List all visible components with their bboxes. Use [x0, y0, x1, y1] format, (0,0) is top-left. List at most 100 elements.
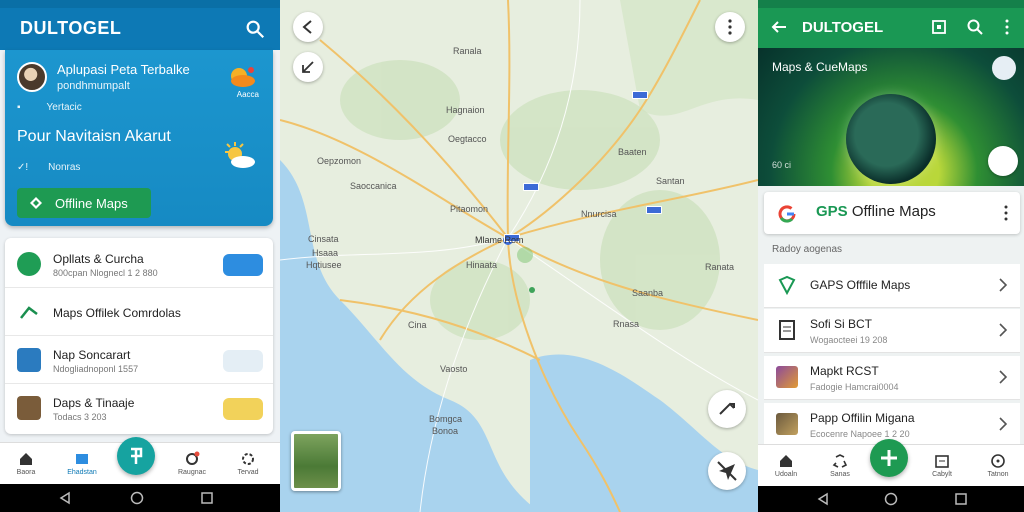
hero-small-row: ▪ Yertacic — [17, 102, 82, 113]
chevron-right-icon — [999, 278, 1008, 292]
list-item[interactable]: GAPS Offfile Maps — [764, 264, 1020, 308]
hero-card: Aplupasi Peta Terbalke pondhmumpalt ▪ Yer… — [5, 50, 273, 226]
list-item-title: Daps & Tinaaje — [53, 396, 135, 410]
map-pin-icon — [778, 275, 796, 296]
list-item[interactable]: Mapkt RCST Fadogie Hamcrai0004 — [764, 356, 1020, 400]
back-icon[interactable] — [816, 492, 830, 506]
directions-button[interactable] — [708, 390, 746, 428]
status-bar — [0, 0, 280, 8]
google-logo-icon — [778, 205, 796, 223]
plus-icon — [131, 447, 143, 464]
home-circle-icon[interactable] — [884, 492, 898, 506]
grid-icon — [76, 454, 88, 464]
maps-logo-icon[interactable] — [988, 146, 1018, 176]
map-more-button[interactable] — [715, 12, 745, 42]
fab-button[interactable] — [870, 439, 908, 477]
home-icon — [20, 453, 32, 465]
recents-icon[interactable] — [954, 492, 968, 506]
nav-settings[interactable]: Tervad — [228, 451, 268, 476]
map-thumbnail[interactable] — [291, 431, 341, 491]
search-bar[interactable]: GPS Offline Maps — [764, 192, 1020, 234]
map-back-button[interactable] — [293, 12, 323, 42]
compass-icon — [17, 252, 41, 276]
map-label: Hsaaa — [312, 248, 339, 258]
top-app-bar: DULTOGEL — [0, 8, 280, 50]
road-badge — [646, 206, 662, 214]
recents-icon[interactable] — [200, 491, 214, 505]
avatar[interactable] — [17, 62, 47, 92]
action-pill[interactable] — [223, 398, 263, 420]
bottom-navigation: Udoaln Sanas Cabylt Tatnon — [758, 439, 1024, 486]
nav-home[interactable]: Udoaln — [766, 453, 806, 478]
map-view[interactable]: Ranala Hagnaion Oegtacco Oepzomon Baaten… — [280, 0, 758, 512]
map-label: Hinaata — [466, 260, 498, 270]
list-item-subtitle: Ecocenre Napoee 1 2 20 — [810, 429, 910, 439]
cube-icon — [776, 413, 798, 435]
globe-image — [846, 94, 936, 184]
list-item-title: GAPS Offfile Maps — [810, 278, 911, 292]
map-label: Hqtiusee — [306, 260, 342, 270]
badge-icon[interactable] — [992, 56, 1016, 80]
list-item-title: Papp Offilin Migana — [810, 411, 915, 425]
offline-maps-button[interactable]: Offline Maps — [17, 188, 151, 218]
location-off-icon — [717, 461, 737, 481]
list-item-subtitle: Ndogliadnoponl 1557 — [53, 364, 139, 374]
system-navigation-bar — [758, 486, 1024, 512]
list-item-title: Sofi Si BCT — [810, 317, 873, 331]
nav-label: Udoaln — [774, 471, 798, 478]
more-vert-icon[interactable] — [1002, 204, 1010, 222]
sun-cloud-icon — [225, 142, 255, 168]
no-location-button[interactable] — [708, 452, 746, 490]
banner-subtitle: 60 ci — [772, 160, 792, 170]
bottom-navigation: Baora Ehadstan Raugnac Tervad — [0, 437, 280, 484]
section-header: Radoy aogenas — [772, 244, 843, 255]
arrow-back-icon[interactable] — [770, 18, 788, 36]
directions-icon — [719, 402, 735, 415]
nav-home[interactable]: Baora — [6, 451, 46, 476]
list-item-title: Maps Offilek Comrdolas — [53, 306, 181, 320]
map-label: Ranata — [705, 262, 735, 272]
nav-recycle[interactable]: Sanas — [820, 453, 860, 478]
list-item[interactable]: Maps Offilek Comrdolas — [5, 288, 273, 336]
back-icon[interactable] — [58, 491, 72, 505]
home-circle-icon[interactable] — [130, 491, 144, 505]
system-navigation-bar — [0, 484, 280, 512]
more-vert-icon[interactable] — [998, 18, 1016, 36]
map-canvas[interactable] — [280, 0, 758, 512]
list-item[interactable]: Nap Soncarart Ndogliadnoponl 1557 — [5, 336, 273, 384]
nav-label: Baora — [16, 469, 36, 476]
right-app-pane: DULTOGEL Maps & CueMaps 60 ci GPS Offlin… — [758, 0, 1024, 512]
window-icon[interactable] — [930, 18, 948, 36]
nav-alerts[interactable]: Raugnac — [172, 451, 212, 476]
search-icon[interactable] — [244, 18, 266, 40]
hero-heading: Pour Navitaisn Akarut — [17, 128, 171, 145]
map-fullscreen-button[interactable] — [293, 52, 323, 82]
chevron-right-icon — [999, 370, 1008, 384]
nav-label: Tervad — [237, 469, 259, 476]
road-badge — [632, 91, 648, 99]
search-text: Offline Maps — [851, 203, 936, 220]
map-label: Bomgca — [429, 414, 463, 424]
nav-explore[interactable]: Ehadstan — [62, 451, 102, 476]
list-item-subtitle: Wogaocteei 19 208 — [810, 335, 888, 345]
map-label: Rnasa — [613, 319, 640, 329]
list-item-subtitle: Todacs 3 203 — [53, 412, 107, 422]
add-icon — [881, 450, 897, 466]
map-label: Oepzomon — [317, 156, 362, 166]
map-label: Santan — [656, 176, 685, 186]
list-item[interactable]: Daps & Tinaaje Todacs 3 203 — [5, 384, 273, 432]
action-pill[interactable] — [223, 350, 263, 372]
nav-calendar[interactable]: Cabylt — [922, 453, 962, 478]
map-label: Vaosto — [440, 364, 468, 374]
banner-title: Maps & CueMaps — [772, 60, 868, 74]
nav-profile[interactable]: Tatnon — [978, 453, 1018, 478]
action-pill[interactable] — [223, 254, 263, 276]
fab-button[interactable] — [117, 437, 155, 475]
screen: DULTOGEL Aplupasi Peta Terbalke pondhmum… — [0, 0, 1024, 512]
map-label: Cinsata — [308, 234, 339, 244]
list-item[interactable]: Opllats & Curcha 800cpan Nlognecl 1 2 88… — [5, 240, 273, 288]
search-accent: GPS — [816, 203, 848, 220]
search-label: GPS Offline Maps — [816, 203, 936, 220]
search-icon[interactable] — [966, 18, 984, 36]
list-item[interactable]: Sofi Si BCT Wogaocteei 19 208 — [764, 309, 1020, 353]
